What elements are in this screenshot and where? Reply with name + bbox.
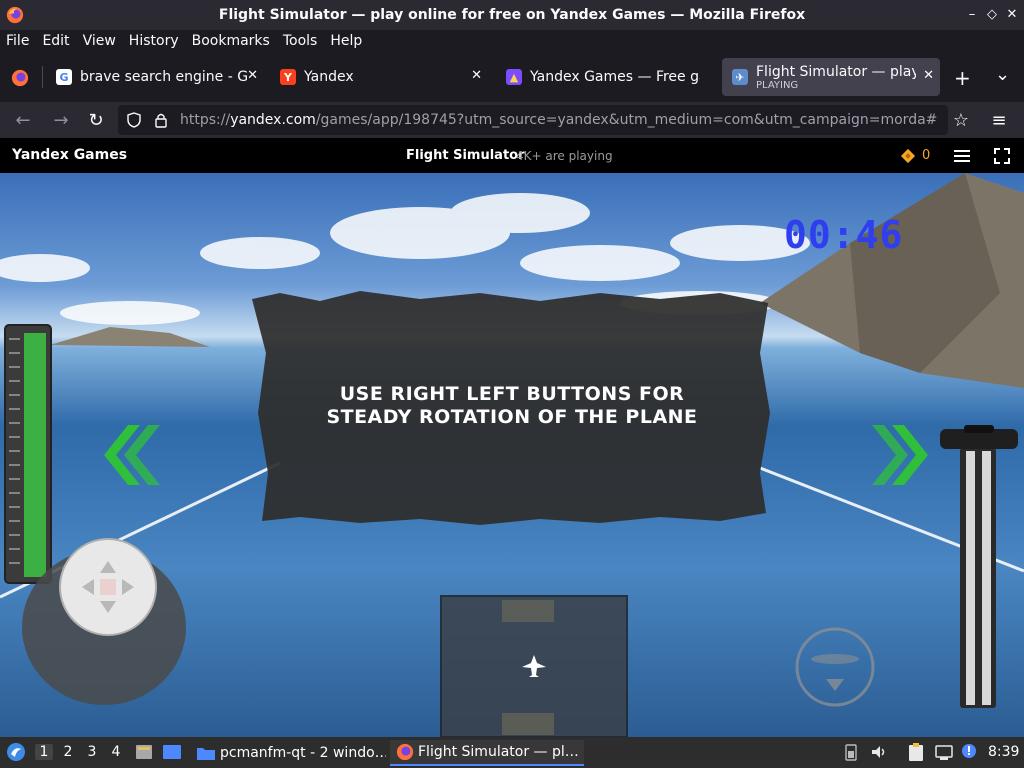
game-scene (0, 173, 1024, 737)
workspace-1[interactable]: 1 (35, 744, 53, 760)
players-count: 4K+ are playing (516, 149, 613, 163)
maximize-icon[interactable]: ◇ (984, 7, 1000, 22)
game-canvas[interactable]: 00:46 USE RIGHT LEFT BUTTONS FOR STEADY … (0, 173, 1024, 737)
system-taskbar: 1 2 3 4 pcmanfm-qt - 2 windo… Flight Sim… (0, 737, 1024, 768)
workspace-3[interactable]: 3 (83, 744, 101, 760)
clipboard-icon[interactable] (907, 742, 925, 762)
tab-label: Yandex Games — Free ga (530, 69, 700, 85)
flight-simulator-icon: ✈ (732, 69, 748, 85)
start-menu-icon[interactable] (6, 742, 26, 762)
tab-label: Flight Simulator — play o (756, 63, 916, 80)
new-tab-button[interactable]: + (954, 66, 971, 90)
back-button[interactable]: ← (12, 110, 34, 131)
show-desktop-icon[interactable] (134, 743, 154, 761)
notification-icon[interactable] (960, 742, 978, 760)
tab-flight-simulator[interactable]: ✈ Flight Simulator — play o PLAYING ✕ (722, 58, 940, 96)
window-icon[interactable] (162, 743, 182, 761)
workspace-4[interactable]: 4 (107, 744, 125, 760)
tab-playing-indicator: PLAYING (756, 79, 799, 91)
bookmark-star-icon[interactable]: ☆ (950, 110, 972, 131)
volume-icon[interactable] (870, 743, 888, 761)
battery-icon[interactable] (844, 743, 858, 761)
url-bar[interactable]: https://yandex.com/games/app/198745?utm_… (118, 105, 948, 135)
close-tab-icon[interactable]: ✕ (923, 68, 934, 83)
rotate-right-button[interactable] (872, 425, 928, 485)
tab-bar: G brave search engine - Go ✕ Y Yandex ✕ … (0, 52, 1024, 102)
camera-button[interactable] (795, 627, 875, 707)
menu-tools[interactable]: Tools (283, 33, 318, 49)
forward-button[interactable]: → (50, 110, 72, 131)
workspace-2[interactable]: 2 (59, 744, 77, 760)
island (50, 327, 210, 347)
taskbar-task-file-manager[interactable]: pcmanfm-qt - 2 windo… (190, 740, 386, 766)
rotate-left-button[interactable] (104, 425, 160, 485)
throttle-slider[interactable] (940, 425, 1018, 708)
window-title: Flight Simulator — play online for free … (218, 7, 806, 23)
close-tab-icon[interactable]: ✕ (471, 68, 482, 83)
reload-button[interactable]: ↻ (85, 110, 107, 131)
network-icon[interactable] (934, 743, 954, 761)
menu-edit[interactable]: Edit (42, 33, 69, 49)
tab-label: Yandex (304, 69, 354, 85)
coin-balance: 0 (922, 148, 931, 163)
tab-separator (42, 66, 43, 88)
close-window-icon[interactable]: ✕ (1004, 7, 1020, 22)
lock-icon[interactable] (154, 112, 168, 128)
navigation-bar: ← → ↻ https://yandex.com/games/app/19874… (0, 102, 1024, 138)
menu-bookmarks[interactable]: Bookmarks (192, 33, 270, 49)
yandex-games-icon: ▲ (506, 69, 522, 85)
fullscreen-icon[interactable] (994, 148, 1010, 164)
firefox-view-icon[interactable] (11, 69, 29, 87)
folder-icon (197, 748, 215, 760)
google-icon: G (56, 69, 72, 85)
menu-file[interactable]: File (6, 33, 29, 49)
fuel-gauge (4, 324, 52, 584)
yandex-games-header: Yandex Games Flight Simulator 4K+ are pl… (0, 138, 1024, 173)
coin-icon[interactable] (900, 148, 916, 164)
menu-bar: File Edit View History Bookmarks Tools H… (0, 30, 1024, 52)
tracking-protection-icon[interactable] (126, 112, 142, 128)
task-label: pcmanfm-qt - 2 windo… (220, 745, 386, 761)
url-text[interactable]: https://yandex.com/games/app/198745?utm_… (180, 112, 937, 128)
url-prefix: https:// (180, 112, 231, 128)
url-path: /games/app/198745?utm_source=yandex&utm_… (315, 112, 938, 128)
taskbar-task-firefox[interactable]: Flight Simulator — pl… (390, 740, 584, 766)
tab-label: brave search engine - Go (80, 69, 248, 85)
tab-yandex[interactable]: Y Yandex ✕ (270, 58, 488, 96)
minimize-icon[interactable]: – (964, 7, 980, 22)
window-titlebar: Flight Simulator — play online for free … (0, 0, 1024, 30)
game-title: Flight Simulator (406, 148, 525, 163)
menu-view[interactable]: View (83, 33, 116, 49)
yandex-icon: Y (280, 69, 296, 85)
flight-timer: 00:46 (784, 213, 904, 257)
menu-icon[interactable] (953, 148, 971, 164)
hint-text: USE RIGHT LEFT BUTTONS FOR STEADY ROTATI… (326, 383, 698, 428)
firefox-icon (396, 743, 414, 761)
close-tab-icon[interactable]: ✕ (247, 68, 258, 83)
url-host: yandex.com (230, 112, 316, 128)
task-label: Flight Simulator — pl… (418, 744, 579, 760)
firefox-icon (6, 6, 24, 24)
yandex-games-brand[interactable]: Yandex Games (12, 147, 127, 163)
menu-history[interactable]: History (129, 33, 179, 49)
app-menu-button[interactable]: ≡ (988, 110, 1010, 131)
clock[interactable]: 8:39 (988, 744, 1019, 760)
menu-help[interactable]: Help (330, 33, 362, 49)
tab-yandex-games[interactable]: ▲ Yandex Games — Free ga (496, 58, 716, 96)
list-tabs-icon[interactable]: ⌄ (995, 64, 1010, 85)
tab-brave-search[interactable]: G brave search engine - Go ✕ (46, 58, 264, 96)
